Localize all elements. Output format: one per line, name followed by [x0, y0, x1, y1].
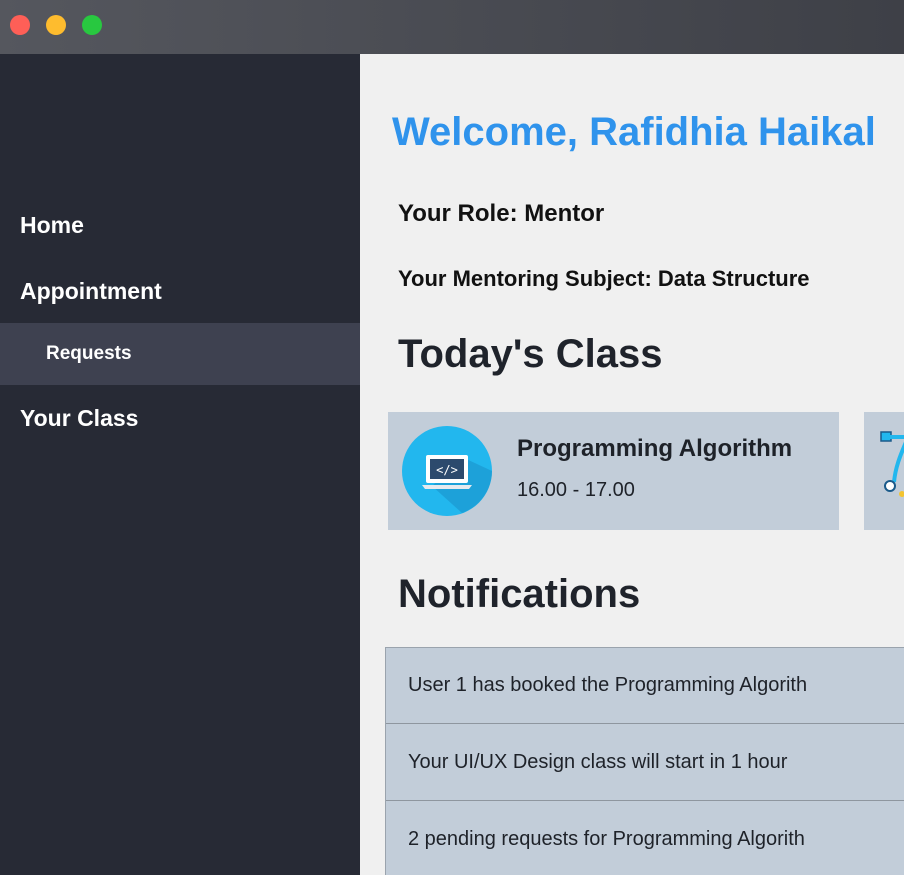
class-card[interactable]: </> Programming Algorithm 16.00 - 17.00: [388, 412, 839, 530]
minimize-window-button[interactable]: [46, 15, 66, 35]
maximize-window-button[interactable]: [82, 15, 102, 35]
notification-item[interactable]: User 1 has booked the Programming Algori…: [386, 648, 904, 724]
sidebar-item-appointment[interactable]: Appointment: [0, 260, 360, 322]
svg-text:</>: </>: [436, 463, 458, 477]
sidebar-item-requests[interactable]: Requests: [0, 323, 360, 385]
notification-text: User 1 has booked the Programming Algori…: [408, 674, 808, 696]
mentoring-subject-text: Your Mentoring Subject: Data Structure: [398, 266, 810, 291]
role-text: Your Role: Mentor: [398, 200, 605, 227]
class-title: Programming Algorithm: [517, 435, 793, 462]
class-card[interactable]: [864, 412, 904, 530]
sidebar-item-your-class[interactable]: Your Class: [0, 387, 360, 449]
class-time: 16.00 - 17.00: [517, 479, 635, 501]
notifications-list: User 1 has booked the Programming Algori…: [385, 647, 904, 875]
laptop-code-icon: </>: [402, 426, 492, 516]
notification-text: Your UI/UX Design class will start in 1 …: [408, 751, 788, 773]
notification-item[interactable]: Your UI/UX Design class will start in 1 …: [386, 725, 904, 801]
todays-class-heading: Today's Class: [398, 332, 663, 376]
sidebar-item-label: Appointment: [20, 277, 162, 304]
sidebar-item-label: Home: [20, 211, 84, 238]
sidebar-item-label: Requests: [46, 343, 132, 364]
notification-item[interactable]: 2 pending requests for Programming Algor…: [386, 802, 904, 875]
sidebar: Home Appointment Requests Your Class: [0, 54, 360, 875]
close-window-button[interactable]: [10, 15, 30, 35]
welcome-heading: Welcome, Rafidhia Haikal: [392, 110, 876, 154]
notifications-heading: Notifications: [398, 572, 641, 616]
sidebar-item-label: Your Class: [20, 404, 139, 431]
sidebar-item-home[interactable]: Home: [0, 194, 360, 256]
notification-text: 2 pending requests for Programming Algor…: [408, 828, 805, 850]
main-content: Welcome, Rafidhia Haikal Your Role: Ment…: [360, 54, 904, 875]
window-titlebar: [0, 0, 904, 54]
design-pen-icon: [880, 431, 904, 497]
